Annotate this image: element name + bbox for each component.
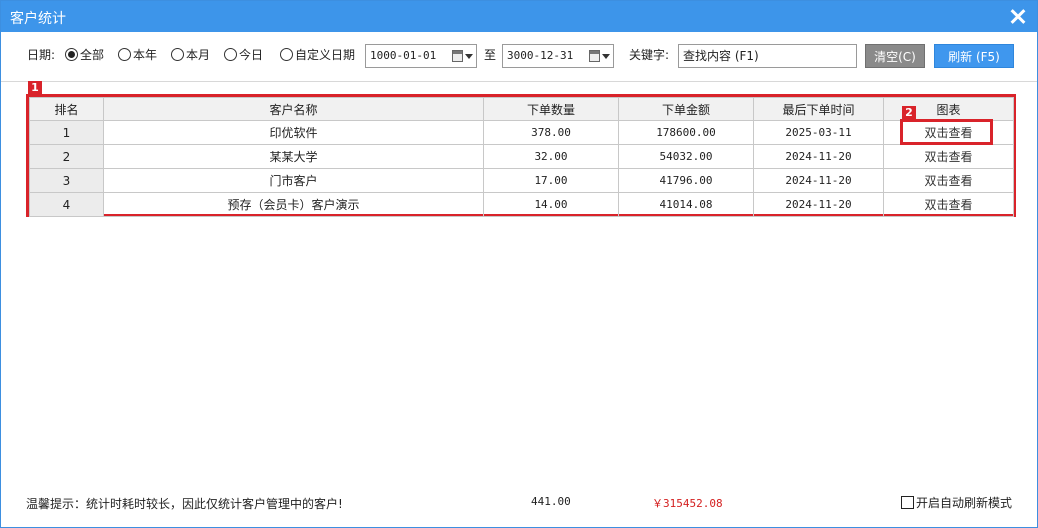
table-row[interactable]: 2 某某大学 32.00 54032.00 2024-11-20 双击查看	[29, 144, 1014, 169]
radio-this-month-label: 本月	[186, 48, 211, 62]
header-order-quantity[interactable]: 下单数量	[483, 97, 619, 121]
cell-order-amount: 54032.00	[618, 144, 754, 169]
table-row[interactable]: 4 预存（会员卡）客户演示 14.00 41014.08 2024-11-20 …	[29, 192, 1014, 217]
radio-custom-date-label: 自定义日期	[295, 48, 356, 62]
cell-order-quantity: 378.00	[483, 120, 619, 145]
customer-stats-table: 排名 客户名称 下单数量 下单金额 最后下单时间 图表 1 印优软件 378.0…	[29, 97, 1014, 217]
end-date-value: 3000-12-31	[507, 49, 574, 62]
customer-stats-table-highlight: 排名 客户名称 下单数量 下单金额 最后下单时间 图表 1 印优软件 378.0…	[26, 94, 1016, 217]
annotation-badge-2: 2	[902, 106, 916, 120]
total-quantity: 441.00	[531, 495, 571, 508]
radio-this-year[interactable]: 本年	[118, 43, 157, 67]
view-chart-link[interactable]: 双击查看	[883, 192, 1014, 217]
cell-last-order-time: 2024-11-20	[753, 144, 884, 169]
cell-customer-name: 门市客户	[103, 168, 484, 193]
cell-order-quantity: 14.00	[483, 192, 619, 217]
radio-custom-date[interactable]: 自定义日期	[280, 43, 355, 67]
table-row[interactable]: 1 印优软件 378.00 178600.00 2025-03-11 双击查看	[29, 120, 1014, 145]
cell-last-order-time: 2024-11-20	[753, 192, 884, 217]
calendar-dropdown-icon[interactable]	[589, 50, 610, 63]
calendar-dropdown-icon[interactable]	[452, 50, 473, 63]
cell-order-amount: 41796.00	[618, 168, 754, 193]
cell-order-amount: 178600.00	[618, 120, 754, 145]
start-date-value: 1000-01-01	[370, 49, 437, 62]
cell-customer-name: 某某大学	[103, 144, 484, 169]
radio-all[interactable]: 全部	[65, 43, 104, 67]
cell-customer-name: 预存（会员卡）客户演示	[103, 192, 484, 217]
date-label: 日期:	[27, 48, 56, 62]
header-customer-name[interactable]: 客户名称	[103, 97, 484, 121]
keyword-label: 关键字:	[629, 48, 670, 62]
cell-rank: 1	[29, 120, 104, 145]
footer-bar: 温馨提示：统计时耗时较长，因此仅统计客户管理中的客户! 441.00 ￥3154…	[1, 491, 1037, 515]
checkbox-icon[interactable]	[901, 496, 914, 509]
radio-today[interactable]: 今日	[224, 43, 263, 67]
cell-rank: 2	[29, 144, 104, 169]
annotation-badge-1: 1	[28, 81, 42, 95]
header-rank[interactable]: 排名	[29, 97, 104, 121]
refresh-button[interactable]: 刷新 (F5)	[934, 44, 1014, 68]
filter-toolbar: 日期: 全部 本年 本月 今日 自定义日期 1000-01-01 至 3000-…	[1, 43, 1037, 71]
table-row[interactable]: 3 门市客户 17.00 41796.00 2024-11-20 双击查看	[29, 168, 1014, 193]
customer-stats-window: 客户统计 日期: 全部 本年 本月 今日 自定义日期 1000-01-01 至 …	[0, 0, 1038, 528]
radio-this-month[interactable]: 本月	[171, 43, 210, 67]
toolbar-divider	[1, 81, 1037, 82]
view-chart-link[interactable]: 双击查看	[883, 168, 1014, 193]
annotation-highlight-2	[900, 119, 993, 145]
cell-rank: 4	[29, 192, 104, 217]
radio-today-label: 今日	[239, 48, 264, 62]
cell-order-quantity: 32.00	[483, 144, 619, 169]
cell-order-amount: 41014.08	[618, 192, 754, 217]
cell-last-order-time: 2025-03-11	[753, 120, 884, 145]
table-header-row: 排名 客户名称 下单数量 下单金额 最后下单时间 图表	[29, 97, 1014, 121]
cell-last-order-time: 2024-11-20	[753, 168, 884, 193]
start-date-field[interactable]: 1000-01-01	[365, 44, 477, 68]
end-date-field[interactable]: 3000-12-31	[502, 44, 614, 68]
radio-icon	[280, 48, 293, 61]
window-title: 客户统计	[10, 11, 66, 27]
title-bar: 客户统计	[1, 1, 1037, 32]
close-icon[interactable]	[1008, 6, 1028, 26]
total-amount: ￥315452.08	[652, 497, 723, 510]
radio-this-year-label: 本年	[133, 48, 158, 62]
radio-icon	[171, 48, 184, 61]
view-chart-link[interactable]: 双击查看	[883, 144, 1014, 169]
header-order-amount[interactable]: 下单金额	[618, 97, 754, 121]
radio-selected-icon	[65, 48, 78, 61]
cell-customer-name: 印优软件	[103, 120, 484, 145]
cell-rank: 3	[29, 168, 104, 193]
footer-tip: 温馨提示：统计时耗时较长，因此仅统计客户管理中的客户!	[26, 497, 343, 511]
clear-button[interactable]: 清空(C)	[865, 44, 925, 68]
radio-icon	[118, 48, 131, 61]
auto-refresh-label: 开启自动刷新模式	[916, 496, 1013, 510]
cell-order-quantity: 17.00	[483, 168, 619, 193]
radio-icon	[224, 48, 237, 61]
header-last-order-time[interactable]: 最后下单时间	[753, 97, 884, 121]
radio-all-label: 全部	[80, 48, 105, 62]
to-label: 至	[484, 48, 497, 62]
auto-refresh-checkbox[interactable]: 开启自动刷新模式	[901, 494, 1012, 511]
keyword-search-input[interactable]: 查找内容 (F1)	[678, 44, 857, 68]
